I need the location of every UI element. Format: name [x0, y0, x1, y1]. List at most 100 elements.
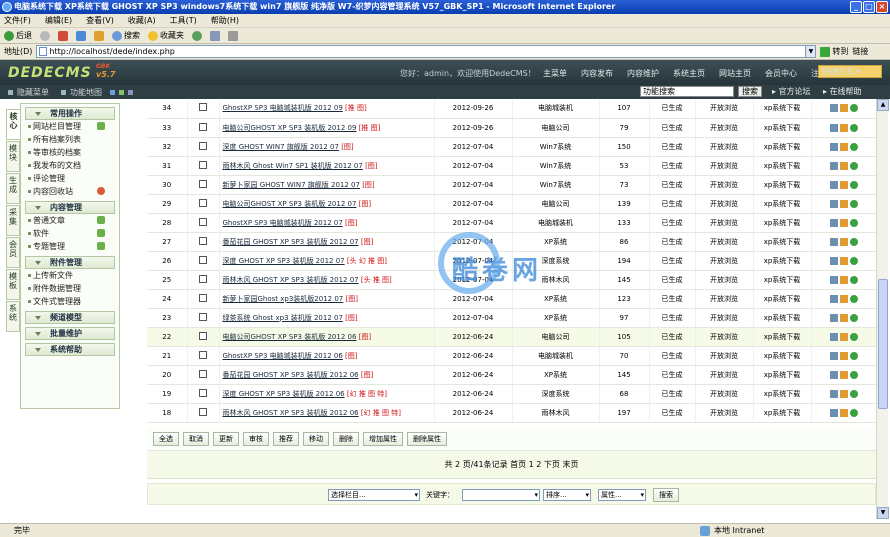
action-button[interactable]: 取消: [183, 431, 209, 446]
vtab-item[interactable]: 生成: [6, 173, 20, 204]
table-row[interactable]: 31 雨林木风 Ghost Win7 SP1 装机版 2012 07 [图] 201…: [147, 156, 877, 176]
vertical-scrollbar[interactable]: ▲ ▼: [876, 99, 889, 519]
menu-item[interactable]: 所有档案列表: [25, 133, 115, 146]
vtab-item[interactable]: 模板: [6, 269, 20, 300]
edit-icon[interactable]: [839, 256, 848, 265]
edit-icon[interactable]: [839, 104, 848, 113]
menu-group-header[interactable]: 系统帮助: [25, 343, 115, 356]
forum-link[interactable]: ▸ 官方论坛: [772, 86, 811, 97]
row-title-link[interactable]: 新萝卜家园Ghost xp3装机版2012 07: [223, 295, 344, 303]
preview-icon[interactable]: [849, 104, 858, 113]
top-nav-item[interactable]: 主菜单: [543, 68, 567, 79]
row-title-link[interactable]: 雨林木风 GHOST XP SP3 装机版 2012 06: [223, 409, 359, 417]
menu-item[interactable]: 软件: [25, 227, 115, 240]
edit-attr-icon[interactable]: [829, 275, 838, 284]
row-title-link[interactable]: 番茄花园 GHOST XP SP3 装机版 2012 06: [223, 371, 359, 379]
table-row[interactable]: 19 深度 GHOST XP SP3 装机版 2012 06 [幻 推 图 特] 2…: [147, 384, 877, 404]
preview-icon[interactable]: [849, 256, 858, 265]
edit-attr-icon[interactable]: [829, 180, 838, 189]
menu-group-header[interactable]: 附件管理: [25, 256, 115, 269]
menu-group-header[interactable]: 常用操作: [25, 107, 115, 120]
edit-attr-icon[interactable]: [829, 351, 838, 360]
edit-attr-icon[interactable]: [829, 389, 838, 398]
row-category[interactable]: 电脑城装机: [512, 99, 600, 119]
menu-item[interactable]: 文件式管理器: [25, 295, 115, 308]
links-button[interactable]: 链接: [852, 46, 868, 57]
row-title-link[interactable]: 深度 GHOST XP SP3 装机版 2012 07: [223, 257, 345, 265]
row-category[interactable]: 电脑城装机: [512, 213, 600, 233]
row-title-link[interactable]: 雨林木风 GHOST XP SP3 装机版 2012 07: [223, 276, 359, 284]
edit-attr-icon[interactable]: [829, 218, 838, 227]
edit-attr-icon[interactable]: [829, 332, 838, 341]
row-checkbox[interactable]: [199, 217, 207, 226]
add-icon[interactable]: [97, 216, 105, 224]
stop-button[interactable]: [58, 30, 68, 41]
top-nav-item[interactable]: 会员中心: [765, 68, 797, 79]
recycle-icon[interactable]: [97, 187, 105, 195]
archive-search-button[interactable]: 搜索: [653, 488, 679, 502]
action-button[interactable]: 移动: [303, 431, 329, 446]
edit-icon[interactable]: [839, 237, 848, 246]
row-checkbox[interactable]: [199, 407, 207, 416]
menu-item[interactable]: 专题管理: [25, 240, 115, 253]
row-category[interactable]: XP系统: [512, 365, 600, 385]
menu-item[interactable]: 附件数据管理: [25, 282, 115, 295]
row-checkbox[interactable]: [199, 350, 207, 359]
edit-icon[interactable]: [839, 218, 848, 227]
row-category[interactable]: 深度系统: [512, 384, 600, 404]
edit-attr-icon[interactable]: [829, 256, 838, 265]
function-search-button[interactable]: 搜索: [738, 86, 762, 97]
row-checkbox[interactable]: [199, 255, 207, 264]
attr-select[interactable]: 属性...: [598, 489, 646, 501]
action-button[interactable]: 删除: [333, 431, 359, 446]
favorites-button[interactable]: 收藏夹: [148, 30, 184, 41]
edit-icon[interactable]: [839, 180, 848, 189]
edit-attr-icon[interactable]: [829, 408, 838, 417]
edit-attr-icon[interactable]: [829, 161, 838, 170]
top-nav-item[interactable]: 网站主页: [719, 68, 751, 79]
menu-item[interactable]: 上传新文件: [25, 269, 115, 282]
row-category[interactable]: 雨林木风: [512, 403, 600, 423]
edit-attr-icon[interactable]: [829, 294, 838, 303]
edit-icon[interactable]: [839, 313, 848, 322]
table-row[interactable]: 34 GhostXP SP3 电脑城装机版 2012 09 [推 图] 2012-0…: [147, 99, 877, 119]
edit-attr-icon[interactable]: [829, 142, 838, 151]
menu-item[interactable]: 编辑(E): [45, 15, 72, 26]
preview-icon[interactable]: [849, 142, 858, 151]
menu-item[interactable]: 帮助(H): [211, 15, 239, 26]
forward-button[interactable]: [40, 30, 50, 41]
row-category[interactable]: Win7系统: [512, 137, 600, 157]
edit-attr-icon[interactable]: [829, 104, 838, 113]
keyword-input[interactable]: [462, 489, 540, 501]
mail-button[interactable]: [210, 30, 220, 41]
preview-icon[interactable]: [849, 237, 858, 246]
menu-item[interactable]: 文件(F): [4, 15, 31, 26]
function-map-link[interactable]: 功能地图: [70, 87, 102, 98]
menu-item[interactable]: 收藏(A): [128, 15, 156, 26]
menu-item[interactable]: 内容回收站: [25, 185, 115, 198]
row-checkbox[interactable]: [199, 274, 207, 283]
menu-item[interactable]: 网站栏目管理: [25, 120, 115, 133]
menu-item[interactable]: 工具(T): [170, 15, 197, 26]
row-checkbox[interactable]: [199, 103, 207, 112]
vtab-item[interactable]: 系统: [6, 301, 20, 332]
table-row[interactable]: 33 电脑公司GHOST XP SP3 装机版 2012 09 [推 图] 2012…: [147, 118, 877, 138]
edit-icon[interactable]: [839, 142, 848, 151]
row-title-link[interactable]: 深度 GHOST XP SP3 装机版 2012 06: [223, 390, 345, 398]
preview-icon[interactable]: [849, 294, 858, 303]
refresh-button[interactable]: [76, 30, 86, 41]
skin-green-icon[interactable]: [119, 89, 124, 95]
row-category[interactable]: 电脑公司: [512, 327, 600, 347]
edit-icon[interactable]: [839, 161, 848, 170]
row-checkbox[interactable]: [199, 179, 207, 188]
preview-icon[interactable]: [849, 123, 858, 132]
address-dropdown[interactable]: ▼: [805, 46, 816, 57]
row-title-link[interactable]: 电脑公司GHOST XP SP3 装机版 2012 07: [223, 200, 357, 208]
row-title-link[interactable]: GhostXP SP3 电脑城装机版 2012 09: [223, 104, 343, 112]
channel-select[interactable]: 选择栏目...: [328, 489, 420, 501]
action-button[interactable]: 增加属性: [363, 431, 403, 446]
row-category[interactable]: Win7系统: [512, 175, 600, 195]
help-link[interactable]: ▸ 在线帮助: [823, 86, 862, 97]
action-button[interactable]: 全选: [153, 431, 179, 446]
row-title-link[interactable]: 电脑公司GHOST XP SP3 装机版 2012 09: [223, 124, 357, 132]
